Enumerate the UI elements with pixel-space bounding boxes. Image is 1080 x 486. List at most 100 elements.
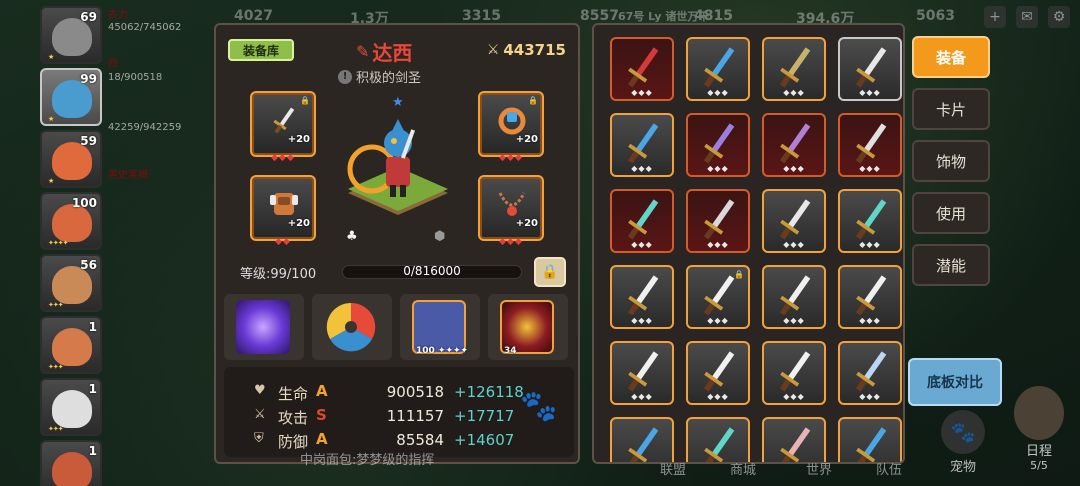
inventory-item[interactable]: ◆◆◆: [686, 417, 750, 462]
hero-name-row: ✎ 达西: [356, 37, 412, 66]
tab-use[interactable]: 使用: [912, 192, 990, 234]
item-pips: ◆◆◆: [783, 392, 805, 401]
item-pips: ◆◆◆: [631, 316, 653, 325]
inventory-item[interactable]: ◆◆◆: [762, 341, 826, 405]
exclamation-icon[interactable]: !: [338, 69, 352, 84]
hero-stars: ★: [48, 115, 54, 123]
hero-stars: ✦✦✦: [48, 301, 64, 309]
resource-value: 5063: [916, 8, 955, 24]
hero-list: 69★99★59★100✦✦✦✦56✦✦✦1✦✦✦1✦✦✦1✦✦✦: [40, 6, 112, 486]
gear-pips: ◆◆: [275, 237, 291, 247]
paw-icon[interactable]: 🐾: [520, 389, 557, 424]
item-pips: ◆◆◆: [859, 316, 881, 325]
level-label: 等级:99/100: [240, 267, 317, 282]
stat-bonus: +14607: [454, 431, 515, 449]
accessory-slot[interactable]: 34: [488, 294, 568, 360]
dock-shop[interactable]: 商城: [730, 459, 756, 478]
item-pips: ◆◆◆: [783, 316, 805, 325]
inventory-item[interactable]: ◆◆◆: [686, 37, 750, 101]
inventory-item[interactable]: ◆◆◆: [838, 265, 902, 329]
resource-value: 8557: [580, 8, 619, 24]
lock-button[interactable]: 🔒: [534, 257, 566, 287]
pencil-icon[interactable]: ✎: [356, 42, 369, 61]
hero-card[interactable]: 69 ★: [40, 6, 102, 64]
inventory-item[interactable]: ◆◆◆: [762, 417, 826, 462]
paw-icon: 🐾: [941, 410, 985, 454]
rock-icon[interactable]: ⬢: [434, 229, 445, 244]
schedule-count: 5/5: [1030, 459, 1048, 472]
tab-equipment[interactable]: 装备: [912, 36, 990, 78]
hero-card[interactable]: 1✦✦✦: [40, 440, 102, 486]
mail-icon[interactable]: ✉: [1016, 6, 1038, 28]
inventory-item[interactable]: ◆◆◆: [762, 113, 826, 177]
inventory-item[interactable]: ◆◆◆: [838, 113, 902, 177]
hero-card[interactable]: 1✦✦✦: [40, 316, 102, 374]
hero-stars: ★: [48, 177, 54, 185]
sword-icon: [703, 427, 735, 462]
hero-avatar: [52, 328, 92, 366]
hero-ghost-hp: 45062/745062: [108, 22, 182, 33]
item-pips: ◆◆◆: [631, 240, 653, 249]
combat-power: ⚔ 443715: [487, 41, 566, 59]
hero-card[interactable]: 1✦✦✦: [40, 378, 102, 436]
card-badge: 100 ✦✦✦✦: [416, 346, 469, 356]
hero-stars: ✦✦✦✦: [48, 239, 68, 247]
dock-team[interactable]: 队伍: [876, 459, 902, 478]
gear-slot-necklace[interactable]: +20 ◆◆◆: [478, 175, 544, 247]
pet-label: 宠物: [949, 460, 976, 475]
compare-button[interactable]: 底板对比: [908, 358, 1002, 406]
hero-card[interactable]: 100 ✦✦✦✦: [40, 192, 102, 250]
inventory-item[interactable]: ◆◆◆: [686, 113, 750, 177]
gear-slot-ring[interactable]: 🔒 +20 ◆◆◆: [478, 91, 544, 163]
gear-icon[interactable]: ⚙: [1048, 6, 1070, 28]
hero-avatar: [52, 452, 92, 486]
hero-title-row: ! 积极的剑圣: [338, 67, 421, 86]
inventory-item[interactable]: ◆◆◆: [610, 37, 674, 101]
gear-plus: +20: [287, 218, 310, 229]
gear-slot-weapon[interactable]: 🔒 +20 ◆◆◆: [250, 91, 316, 163]
inventory-item[interactable]: ◆◆◆: [838, 189, 902, 253]
card-slot[interactable]: 100 ✦✦✦✦: [400, 294, 480, 360]
inventory-item[interactable]: ◆◆◆: [686, 341, 750, 405]
hero-card[interactable]: 99 ★: [40, 68, 102, 126]
star-icon: ★: [392, 95, 404, 110]
hero-card[interactable]: 56 ✦✦✦: [40, 254, 102, 312]
hero-stars: ✦✦✦: [48, 425, 64, 433]
schedule-button[interactable]: 日程 5/5: [1004, 386, 1074, 480]
inventory-item[interactable]: ◆◆◆: [686, 189, 750, 253]
hero-portrait: [347, 119, 448, 215]
crossed-swords-icon: ⚔: [486, 42, 500, 58]
stat-bonus: +126118: [454, 383, 524, 401]
inventory-item[interactable]: ◆◆◆: [838, 37, 902, 101]
inventory-item[interactable]: ◆◆◆: [610, 417, 674, 462]
inventory-item[interactable]: ◆◆◆: [610, 189, 674, 253]
gear-slot-armor[interactable]: +20 ◆◆: [250, 175, 316, 247]
tab-potential[interactable]: 潜能: [912, 244, 990, 286]
tab-accessories[interactable]: 饰物: [912, 140, 990, 182]
inventory-item[interactable]: ◆◆◆: [838, 417, 902, 462]
dock-world[interactable]: 世界: [806, 459, 832, 478]
pet-button[interactable]: 🐾 宠物: [934, 410, 992, 476]
plus-icon[interactable]: +: [984, 6, 1006, 28]
hero-title: 积极的剑圣: [356, 71, 422, 86]
item-pips: ◆◆◆: [859, 392, 881, 401]
skill-slot[interactable]: [224, 294, 304, 360]
tab-cards[interactable]: 卡片: [912, 88, 990, 130]
inventory-item[interactable]: ◆◆◆: [610, 341, 674, 405]
dock-alliance[interactable]: 联盟: [660, 459, 686, 478]
inventory-item[interactable]: ◆◆◆: [762, 189, 826, 253]
schedule-avatar: [1014, 386, 1064, 440]
inventory-item[interactable]: ◆◆◆: [762, 37, 826, 101]
hero-detail-panel: 装备库 ✎ 达西 ⚔ 443715 ! 积极的剑圣 ★ 🔒 +20 ◆◆◆ 🔒 …: [214, 23, 580, 464]
inventory-item[interactable]: ◆◆◆ 🔒: [686, 265, 750, 329]
inventory-item[interactable]: ◆◆◆: [610, 113, 674, 177]
heart-icon: ♥: [254, 383, 266, 398]
hero-card[interactable]: 59 ★: [40, 130, 102, 188]
inventory-item[interactable]: ◆◆◆: [838, 341, 902, 405]
lamp-icon[interactable]: ♣: [346, 229, 358, 244]
lock-icon: 🔒: [734, 270, 744, 279]
element-wheel-slot[interactable]: [312, 294, 392, 360]
inventory-item[interactable]: ◆◆◆: [610, 265, 674, 329]
inventory-item[interactable]: ◆◆◆: [762, 265, 826, 329]
equipment-library-button[interactable]: 装备库: [228, 39, 294, 61]
